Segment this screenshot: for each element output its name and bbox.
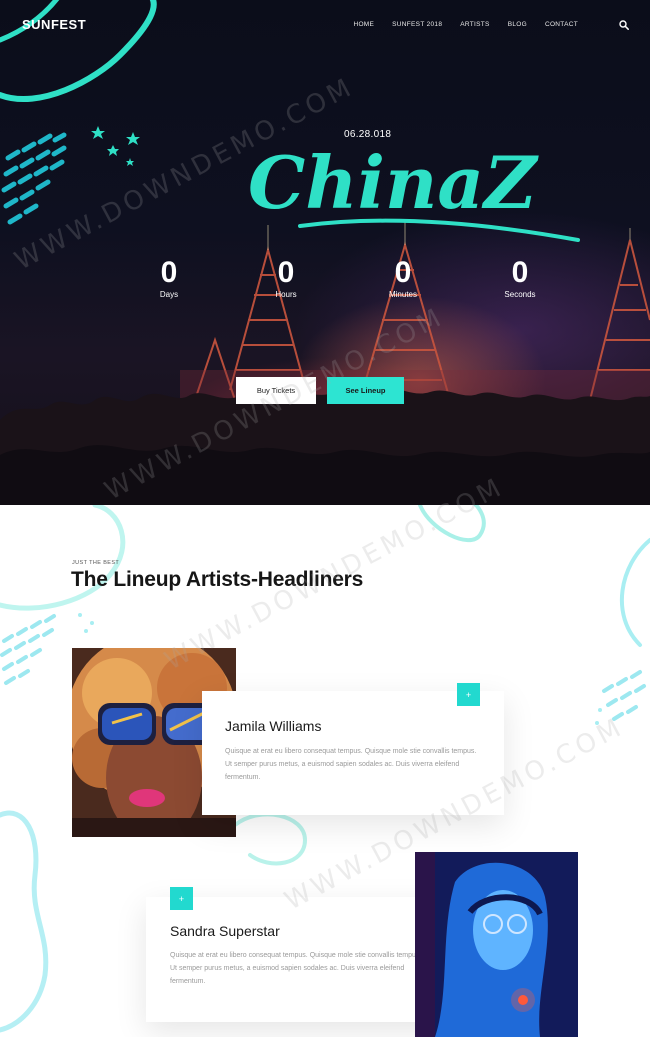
countdown-minutes-value: 0: [394, 256, 412, 289]
countdown-seconds: 0 Seconds: [490, 256, 550, 299]
main-nav: HOME SUNFEST 2018 ARTISTS BLOG CONTACT: [353, 21, 578, 28]
hero-section: SUNFEST HOME SUNFEST 2018 ARTISTS BLOG C…: [0, 0, 650, 505]
countdown-minutes-label: Minutes: [388, 290, 417, 299]
countdown-seconds-value: 0: [511, 256, 529, 289]
nav-home[interactable]: HOME: [353, 21, 374, 28]
countdown-hours: 0 Hours: [256, 256, 316, 299]
search-icon[interactable]: [619, 20, 629, 30]
see-lineup-button[interactable]: See Lineup: [327, 377, 404, 404]
plus-icon: +: [178, 893, 185, 904]
countdown-minutes: 0 Minutes: [373, 256, 433, 299]
artist-photo-sandra[interactable]: [415, 852, 578, 1037]
countdown-days: 0 Days: [139, 256, 199, 299]
countdown-seconds-label: Seconds: [504, 290, 536, 299]
nav-sunfest-2018[interactable]: SUNFEST 2018: [392, 21, 442, 28]
plus-icon: +: [465, 689, 472, 700]
countdown-days-value: 0: [160, 256, 178, 289]
artist-portrait-image: [415, 852, 578, 1037]
site-logo[interactable]: SUNFEST: [22, 17, 86, 32]
section-title: The Lineup Artists-Headliners: [71, 568, 364, 591]
artist-card-jamila: Jamila Williams Quisque at erat eu liber…: [202, 691, 504, 815]
countdown-hours-label: Hours: [275, 290, 297, 299]
countdown-timer: 0 Days 0 Hours 0 Minutes 0 Seconds: [0, 256, 650, 316]
nav-blog[interactable]: BLOG: [508, 21, 527, 28]
countdown-days-label: Days: [159, 290, 179, 299]
artist-card-sandra: Sandra Superstar Quisque at erat eu libe…: [146, 897, 448, 1022]
artist-name[interactable]: Jamila Williams: [225, 718, 321, 734]
artist-name[interactable]: Sandra Superstar: [170, 923, 280, 939]
concert-background: [0, 0, 650, 505]
countdown-hours-value: 0: [277, 256, 295, 289]
artist-bio: Quisque at erat eu libero consequat temp…: [225, 748, 477, 781]
expand-artist-button[interactable]: +: [170, 887, 193, 910]
nav-artists[interactable]: ARTISTS: [460, 21, 489, 28]
artist-bio: Quisque at erat eu libero consequat temp…: [170, 952, 422, 985]
nav-contact[interactable]: CONTACT: [545, 21, 578, 28]
expand-artist-button[interactable]: +: [457, 683, 480, 706]
hero-title-text: ChinaZ: [248, 140, 539, 225]
buy-tickets-button[interactable]: Buy Tickets: [236, 377, 316, 404]
hero-title: ChinaZ: [248, 140, 580, 242]
top-navbar: SUNFEST HOME SUNFEST 2018 ARTISTS BLOG C…: [0, 0, 650, 52]
section-kicker: JUST THE BEST: [72, 560, 120, 566]
